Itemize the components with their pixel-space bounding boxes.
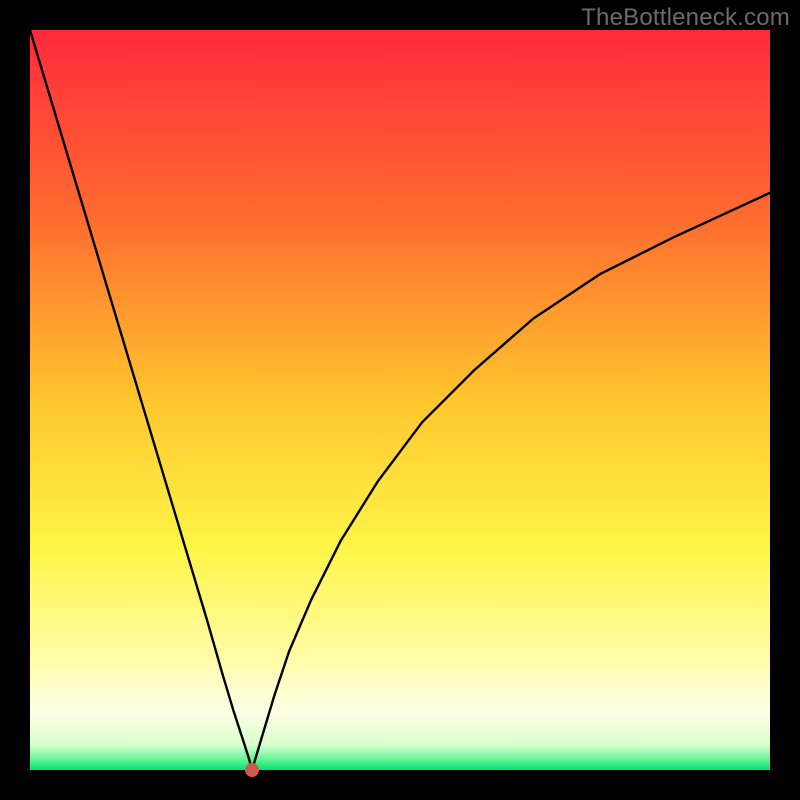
chart-frame: TheBottleneck.com [0,0,800,800]
watermark-text: TheBottleneck.com [581,4,790,32]
optimum-marker [245,763,259,777]
bottleneck-chart [30,30,770,770]
plot-area [30,30,770,770]
